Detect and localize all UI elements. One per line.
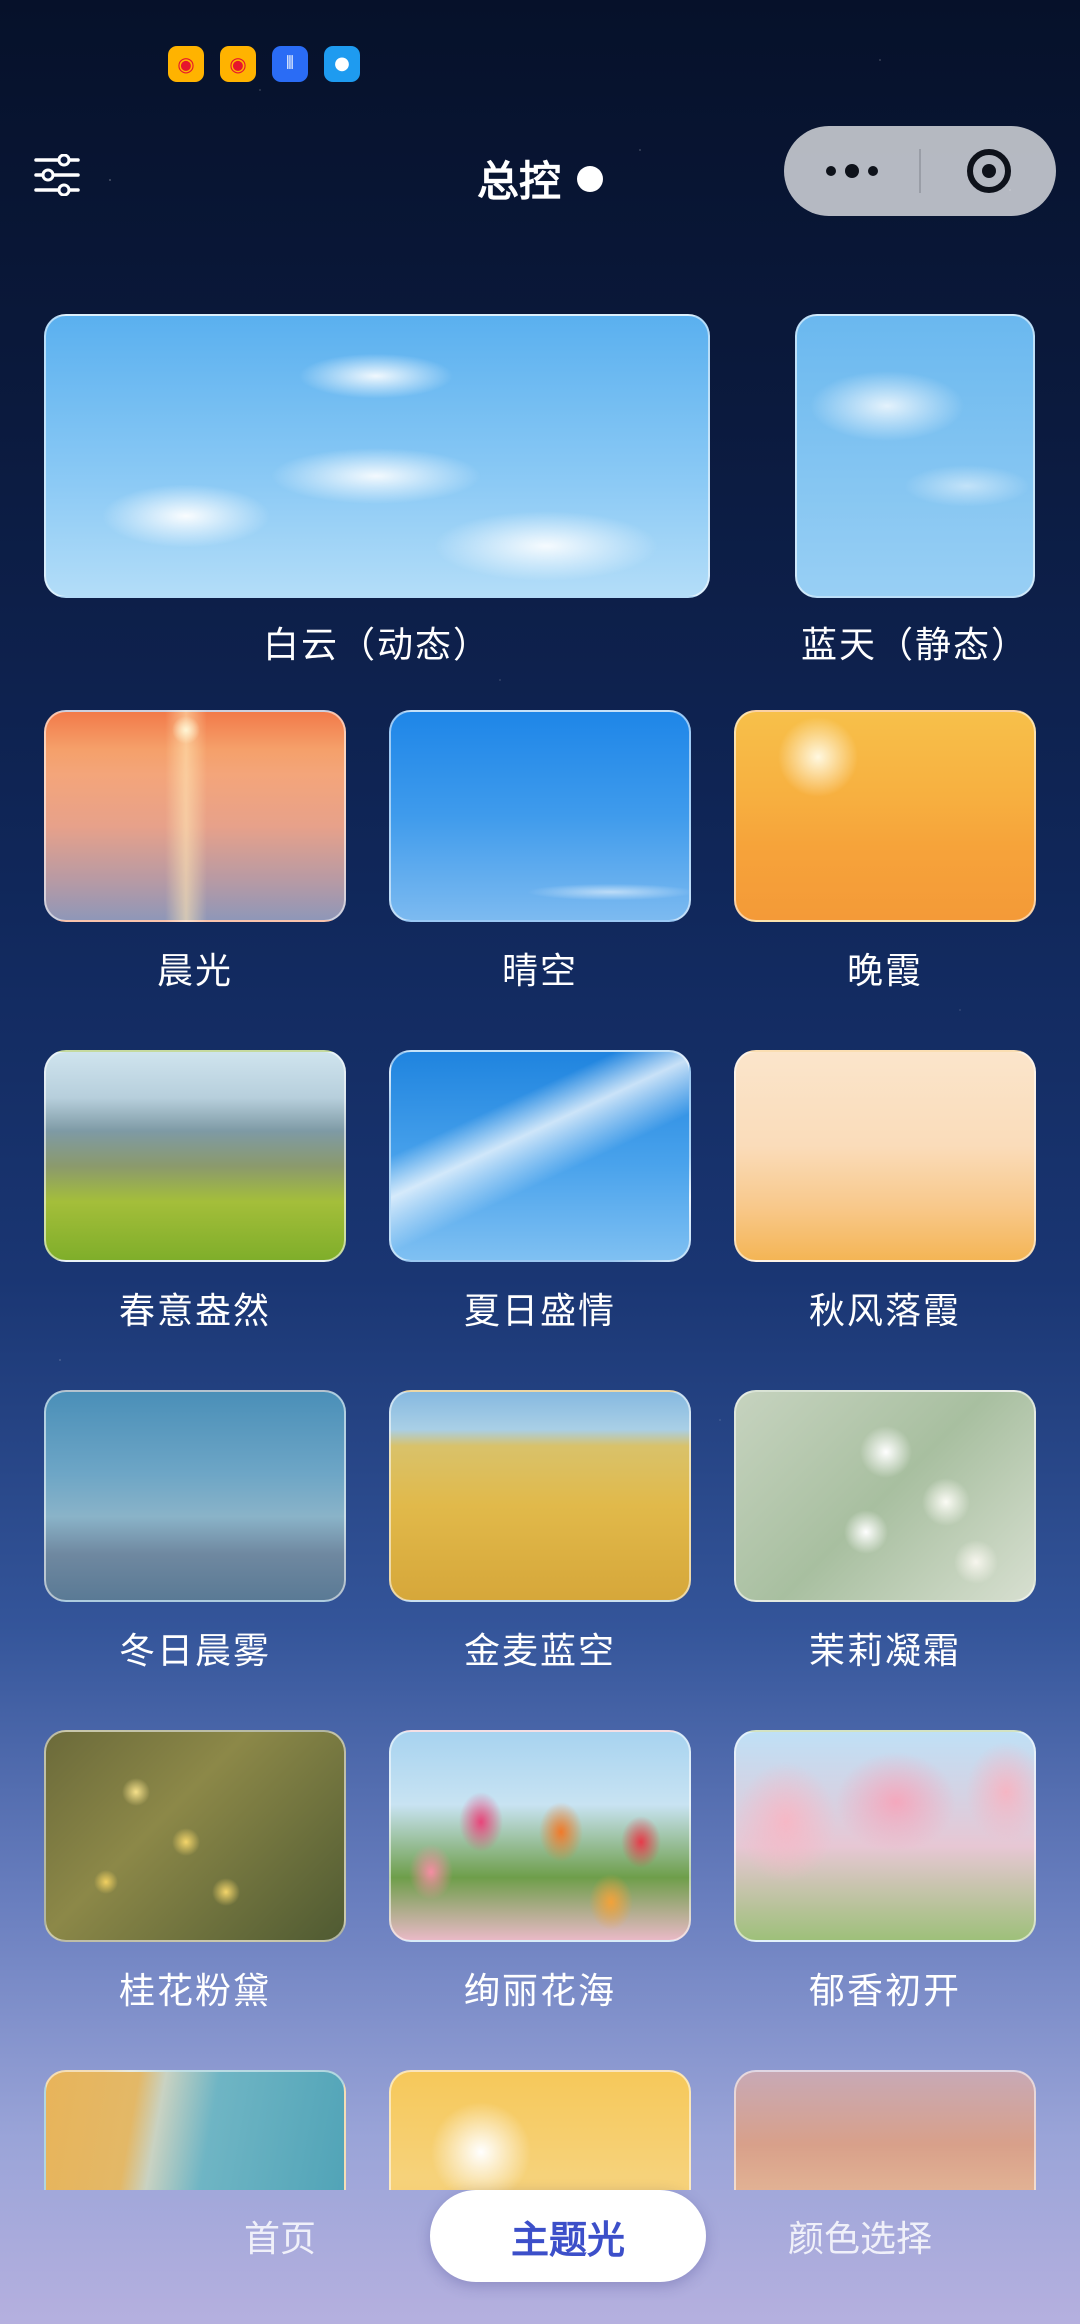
theme-tile[interactable]: 茉莉凝霜	[734, 1390, 1036, 1680]
theme-tile[interactable]: 晚霞	[734, 710, 1036, 1000]
theme-thumbnail	[44, 1050, 346, 1262]
theme-thumbnail	[734, 1730, 1036, 1942]
theme-label: 桂花粉黛	[118, 1971, 271, 2012]
theme-label: 晴空	[501, 951, 578, 992]
theme-tile[interactable]: 白云（动态）	[44, 314, 710, 674]
theme-tile[interactable]: 绚丽花海	[389, 1730, 691, 2020]
more-dots-icon[interactable]	[784, 126, 919, 216]
theme-label: 白云（动态）	[262, 625, 491, 666]
theme-tile[interactable]: 晴空	[389, 710, 691, 1000]
theme-label: 晨光	[156, 951, 233, 992]
theme-label: 金麦蓝空	[463, 1631, 616, 1672]
message-icon: ●	[324, 46, 360, 82]
weibo-icon: ◉	[220, 46, 256, 82]
tab-color-select[interactable]: 颜色选择	[760, 2210, 960, 2262]
target-icon[interactable]	[921, 126, 1056, 216]
bottom-navigation: 首页 主题光 颜色选择	[0, 2190, 1080, 2324]
theme-thumbnail	[389, 1730, 691, 1942]
tab-home[interactable]: 首页	[205, 2210, 355, 2262]
theme-thumbnail	[734, 2070, 1036, 2190]
theme-thumbnail	[44, 710, 346, 922]
theme-label: 春意盎然	[118, 1291, 271, 1332]
theme-tile[interactable]	[44, 2070, 346, 2190]
theme-thumbnail	[734, 710, 1036, 922]
theme-label: 晚霞	[846, 951, 923, 992]
theme-label: 茉莉凝霜	[808, 1631, 961, 1672]
theme-tile[interactable]: 春意盎然	[44, 1050, 346, 1340]
header: 总控	[0, 120, 1080, 230]
theme-tile[interactable]: 蓝天（静态）	[795, 314, 1035, 674]
theme-thumbnail	[389, 1390, 691, 1602]
theme-label: 绚丽花海	[463, 1971, 616, 2012]
theme-thumbnail	[734, 1390, 1036, 1602]
theme-thumbnail	[44, 1730, 346, 1942]
theme-tile[interactable]: 金麦蓝空	[389, 1390, 691, 1680]
theme-thumbnail	[389, 2070, 691, 2190]
theme-thumbnail	[734, 1050, 1036, 1262]
theme-thumbnail	[389, 1050, 691, 1262]
theme-tile[interactable]	[389, 2070, 691, 2190]
theme-label: 蓝天（静态）	[800, 625, 1029, 666]
mini-program-capsule	[784, 126, 1056, 216]
theme-thumbnail	[389, 710, 691, 922]
theme-tile[interactable]	[734, 2070, 1036, 2190]
theme-label: 冬日晨雾	[118, 1631, 271, 1672]
page-title: 总控	[476, 157, 561, 206]
theme-thumbnail	[44, 1390, 346, 1602]
theme-tile[interactable]: 晨光	[44, 710, 346, 1000]
status-dot	[577, 165, 603, 192]
theme-tile[interactable]: 郁香初开	[734, 1730, 1036, 2020]
status-bar-notifications: ◉ ◉ ⦀ ●	[168, 46, 360, 82]
theme-tile[interactable]: 冬日晨雾	[44, 1390, 346, 1680]
theme-tile[interactable]: 夏日盛情	[389, 1050, 691, 1340]
theme-label: 秋风落霞	[808, 1291, 961, 1332]
theme-thumbnail	[44, 2070, 346, 2190]
tab-theme-light[interactable]: 主题光	[430, 2190, 706, 2282]
weibo-icon: ◉	[168, 46, 204, 82]
theme-thumbnail	[44, 314, 710, 598]
theme-tile[interactable]: 桂花粉黛	[44, 1730, 346, 2020]
theme-label: 郁香初开	[808, 1971, 961, 2012]
theme-tile[interactable]: 秋风落霞	[734, 1050, 1036, 1340]
theme-label: 夏日盛情	[463, 1291, 616, 1332]
theme-thumbnail	[795, 314, 1035, 598]
voice-icon: ⦀	[272, 46, 308, 82]
